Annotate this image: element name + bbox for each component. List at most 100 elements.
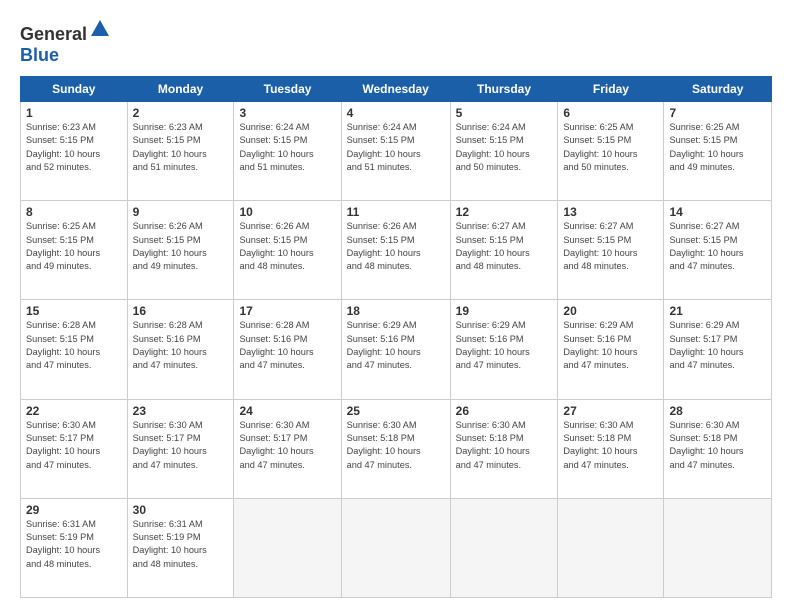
day-header-sunday: Sunday xyxy=(21,77,128,102)
day-info: Sunrise: 6:28 AMSunset: 5:15 PMDaylight:… xyxy=(26,319,122,372)
calendar-cell: 13Sunrise: 6:27 AMSunset: 5:15 PMDayligh… xyxy=(558,201,664,300)
day-info: Sunrise: 6:28 AMSunset: 5:16 PMDaylight:… xyxy=(133,319,229,372)
day-header-thursday: Thursday xyxy=(450,77,558,102)
day-info: Sunrise: 6:30 AMSunset: 5:17 PMDaylight:… xyxy=(26,419,122,472)
calendar-cell xyxy=(234,498,341,597)
calendar-row: 29Sunrise: 6:31 AMSunset: 5:19 PMDayligh… xyxy=(21,498,772,597)
calendar-cell: 14Sunrise: 6:27 AMSunset: 5:15 PMDayligh… xyxy=(664,201,772,300)
calendar-cell: 6Sunrise: 6:25 AMSunset: 5:15 PMDaylight… xyxy=(558,102,664,201)
calendar-cell: 26Sunrise: 6:30 AMSunset: 5:18 PMDayligh… xyxy=(450,399,558,498)
day-info: Sunrise: 6:30 AMSunset: 5:18 PMDaylight:… xyxy=(563,419,658,472)
calendar-cell: 5Sunrise: 6:24 AMSunset: 5:15 PMDaylight… xyxy=(450,102,558,201)
day-number: 25 xyxy=(347,404,445,418)
day-info: Sunrise: 6:31 AMSunset: 5:19 PMDaylight:… xyxy=(26,518,122,571)
day-info: Sunrise: 6:26 AMSunset: 5:15 PMDaylight:… xyxy=(133,220,229,273)
calendar-cell: 24Sunrise: 6:30 AMSunset: 5:17 PMDayligh… xyxy=(234,399,341,498)
day-number: 27 xyxy=(563,404,658,418)
calendar-cell xyxy=(558,498,664,597)
day-header-tuesday: Tuesday xyxy=(234,77,341,102)
day-info: Sunrise: 6:26 AMSunset: 5:15 PMDaylight:… xyxy=(239,220,335,273)
calendar-cell: 1Sunrise: 6:23 AMSunset: 5:15 PMDaylight… xyxy=(21,102,128,201)
day-number: 26 xyxy=(456,404,553,418)
calendar-row: 8Sunrise: 6:25 AMSunset: 5:15 PMDaylight… xyxy=(21,201,772,300)
day-number: 1 xyxy=(26,106,122,120)
day-info: Sunrise: 6:29 AMSunset: 5:17 PMDaylight:… xyxy=(669,319,766,372)
day-number: 23 xyxy=(133,404,229,418)
day-info: Sunrise: 6:25 AMSunset: 5:15 PMDaylight:… xyxy=(563,121,658,174)
day-number: 22 xyxy=(26,404,122,418)
calendar-row: 15Sunrise: 6:28 AMSunset: 5:15 PMDayligh… xyxy=(21,300,772,399)
calendar-table: SundayMondayTuesdayWednesdayThursdayFrid… xyxy=(20,76,772,598)
day-header-saturday: Saturday xyxy=(664,77,772,102)
calendar-row: 1Sunrise: 6:23 AMSunset: 5:15 PMDaylight… xyxy=(21,102,772,201)
day-number: 24 xyxy=(239,404,335,418)
day-header-friday: Friday xyxy=(558,77,664,102)
day-number: 3 xyxy=(239,106,335,120)
calendar-cell: 29Sunrise: 6:31 AMSunset: 5:19 PMDayligh… xyxy=(21,498,128,597)
calendar-cell: 30Sunrise: 6:31 AMSunset: 5:19 PMDayligh… xyxy=(127,498,234,597)
calendar-cell: 11Sunrise: 6:26 AMSunset: 5:15 PMDayligh… xyxy=(341,201,450,300)
calendar-row: 22Sunrise: 6:30 AMSunset: 5:17 PMDayligh… xyxy=(21,399,772,498)
calendar-cell: 9Sunrise: 6:26 AMSunset: 5:15 PMDaylight… xyxy=(127,201,234,300)
calendar-cell: 19Sunrise: 6:29 AMSunset: 5:16 PMDayligh… xyxy=(450,300,558,399)
day-info: Sunrise: 6:29 AMSunset: 5:16 PMDaylight:… xyxy=(456,319,553,372)
day-header-wednesday: Wednesday xyxy=(341,77,450,102)
day-info: Sunrise: 6:29 AMSunset: 5:16 PMDaylight:… xyxy=(563,319,658,372)
day-number: 4 xyxy=(347,106,445,120)
day-number: 28 xyxy=(669,404,766,418)
day-info: Sunrise: 6:30 AMSunset: 5:17 PMDaylight:… xyxy=(133,419,229,472)
calendar-cell: 28Sunrise: 6:30 AMSunset: 5:18 PMDayligh… xyxy=(664,399,772,498)
calendar-cell: 3Sunrise: 6:24 AMSunset: 5:15 PMDaylight… xyxy=(234,102,341,201)
day-info: Sunrise: 6:23 AMSunset: 5:15 PMDaylight:… xyxy=(133,121,229,174)
calendar-cell: 2Sunrise: 6:23 AMSunset: 5:15 PMDaylight… xyxy=(127,102,234,201)
day-info: Sunrise: 6:27 AMSunset: 5:15 PMDaylight:… xyxy=(669,220,766,273)
day-info: Sunrise: 6:24 AMSunset: 5:15 PMDaylight:… xyxy=(456,121,553,174)
day-number: 30 xyxy=(133,503,229,517)
day-number: 21 xyxy=(669,304,766,318)
day-info: Sunrise: 6:31 AMSunset: 5:19 PMDaylight:… xyxy=(133,518,229,571)
calendar-cell: 15Sunrise: 6:28 AMSunset: 5:15 PMDayligh… xyxy=(21,300,128,399)
calendar-cell: 4Sunrise: 6:24 AMSunset: 5:15 PMDaylight… xyxy=(341,102,450,201)
day-number: 7 xyxy=(669,106,766,120)
day-number: 9 xyxy=(133,205,229,219)
day-number: 29 xyxy=(26,503,122,517)
calendar-cell: 12Sunrise: 6:27 AMSunset: 5:15 PMDayligh… xyxy=(450,201,558,300)
logo: General Blue xyxy=(20,18,111,66)
day-info: Sunrise: 6:30 AMSunset: 5:18 PMDaylight:… xyxy=(669,419,766,472)
day-number: 15 xyxy=(26,304,122,318)
day-info: Sunrise: 6:27 AMSunset: 5:15 PMDaylight:… xyxy=(456,220,553,273)
calendar-cell: 22Sunrise: 6:30 AMSunset: 5:17 PMDayligh… xyxy=(21,399,128,498)
day-info: Sunrise: 6:23 AMSunset: 5:15 PMDaylight:… xyxy=(26,121,122,174)
day-info: Sunrise: 6:30 AMSunset: 5:18 PMDaylight:… xyxy=(347,419,445,472)
calendar-cell: 8Sunrise: 6:25 AMSunset: 5:15 PMDaylight… xyxy=(21,201,128,300)
header: General Blue xyxy=(20,18,772,66)
day-info: Sunrise: 6:30 AMSunset: 5:17 PMDaylight:… xyxy=(239,419,335,472)
day-info: Sunrise: 6:28 AMSunset: 5:16 PMDaylight:… xyxy=(239,319,335,372)
day-info: Sunrise: 6:25 AMSunset: 5:15 PMDaylight:… xyxy=(669,121,766,174)
calendar-cell: 16Sunrise: 6:28 AMSunset: 5:16 PMDayligh… xyxy=(127,300,234,399)
day-number: 10 xyxy=(239,205,335,219)
calendar-cell: 25Sunrise: 6:30 AMSunset: 5:18 PMDayligh… xyxy=(341,399,450,498)
logo-icon xyxy=(89,18,111,40)
calendar-cell: 27Sunrise: 6:30 AMSunset: 5:18 PMDayligh… xyxy=(558,399,664,498)
day-info: Sunrise: 6:27 AMSunset: 5:15 PMDaylight:… xyxy=(563,220,658,273)
day-number: 17 xyxy=(239,304,335,318)
day-info: Sunrise: 6:24 AMSunset: 5:15 PMDaylight:… xyxy=(239,121,335,174)
logo-blue: Blue xyxy=(20,45,59,65)
calendar-cell: 7Sunrise: 6:25 AMSunset: 5:15 PMDaylight… xyxy=(664,102,772,201)
calendar-cell: 20Sunrise: 6:29 AMSunset: 5:16 PMDayligh… xyxy=(558,300,664,399)
page: General Blue SundayMondayTuesdayWednesda… xyxy=(0,0,792,612)
day-header-monday: Monday xyxy=(127,77,234,102)
day-number: 8 xyxy=(26,205,122,219)
calendar-cell: 10Sunrise: 6:26 AMSunset: 5:15 PMDayligh… xyxy=(234,201,341,300)
day-number: 6 xyxy=(563,106,658,120)
calendar-cell xyxy=(664,498,772,597)
day-number: 13 xyxy=(563,205,658,219)
day-number: 2 xyxy=(133,106,229,120)
day-info: Sunrise: 6:25 AMSunset: 5:15 PMDaylight:… xyxy=(26,220,122,273)
calendar-cell: 21Sunrise: 6:29 AMSunset: 5:17 PMDayligh… xyxy=(664,300,772,399)
day-info: Sunrise: 6:29 AMSunset: 5:16 PMDaylight:… xyxy=(347,319,445,372)
day-number: 18 xyxy=(347,304,445,318)
day-number: 19 xyxy=(456,304,553,318)
day-number: 5 xyxy=(456,106,553,120)
